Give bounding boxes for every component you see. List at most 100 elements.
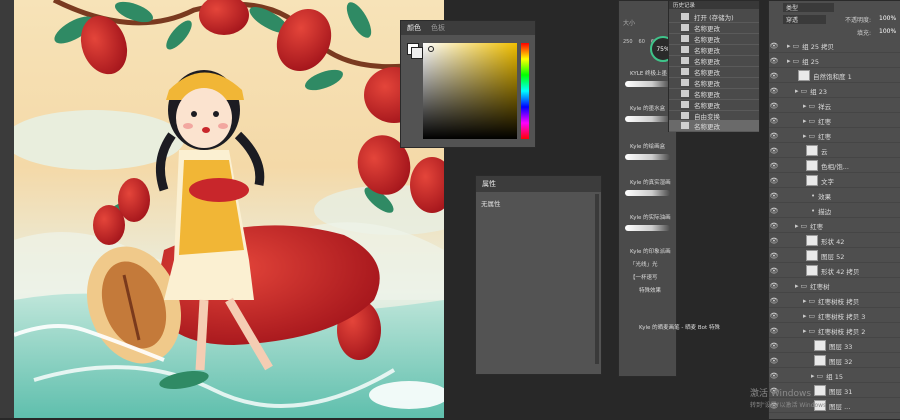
layer-row[interactable]: 👁 ▸ ▭ 红枣 <box>769 114 900 128</box>
visibility-eye-icon[interactable]: 👁 <box>769 117 779 125</box>
layer-name: 图层 33 <box>829 342 853 351</box>
layer-row[interactable]: 👁 文字 <box>769 174 900 188</box>
chevron-right-icon[interactable]: ▸ <box>795 87 799 95</box>
visibility-eye-icon[interactable]: 👁 <box>769 72 779 80</box>
brush-item[interactable]: Kyle 的晒麦画笔 - 晒麦 Bot 特殊 <box>639 323 720 331</box>
chevron-right-icon[interactable]: ▸ <box>795 282 799 290</box>
chevron-right-icon[interactable]: ▸ <box>787 42 791 50</box>
layer-row[interactable]: 👁 ▸ ▭ 红枣树枝 拷贝 3 <box>769 309 900 323</box>
history-step-icon <box>681 90 689 97</box>
visibility-eye-icon[interactable]: 👁 <box>769 57 779 65</box>
chevron-right-icon[interactable]: ▸ <box>803 117 807 125</box>
layer-name: 组 25 <box>802 57 819 66</box>
opacity-value[interactable]: 100% <box>879 15 896 22</box>
tab-color[interactable]: 颜色 <box>407 23 421 33</box>
layer-row[interactable]: 👁 • 描边 <box>769 204 900 218</box>
visibility-eye-icon[interactable]: 👁 <box>769 267 779 275</box>
visibility-eye-icon[interactable]: 👁 <box>769 162 779 170</box>
visibility-eye-icon[interactable]: 👁 <box>769 357 779 365</box>
brush-size-preset[interactable]: 60 <box>639 39 645 45</box>
visibility-eye-icon[interactable]: 👁 <box>769 42 779 50</box>
layer-row[interactable]: 👁 图层 32 <box>769 354 900 368</box>
brush-stroke-preview <box>625 154 670 160</box>
brush-group[interactable]: 特殊效果 <box>639 286 661 294</box>
layer-row[interactable]: 👁 ▸ ▭ 红枣树 <box>769 279 900 293</box>
layer-name: 文字 <box>821 177 834 186</box>
chevron-right-icon[interactable]: ▸ <box>803 327 807 335</box>
brush-item[interactable]: Kyle 的真实湿画 <box>630 178 671 186</box>
chevron-right-icon[interactable]: ▸ <box>803 102 807 110</box>
layer-filter-select[interactable]: 类型 <box>783 3 834 12</box>
visibility-eye-icon[interactable]: 👁 <box>769 312 779 320</box>
background-swatch[interactable] <box>411 47 423 59</box>
visibility-eye-icon[interactable]: 👁 <box>769 147 779 155</box>
tab-history[interactable]: 历史记录 <box>673 1 695 9</box>
layer-row[interactable]: 👁 ▸ ▭ 组 25 拷贝 <box>769 39 900 53</box>
brush-item[interactable]: KYLE 终极上墨 <box>630 69 667 77</box>
visibility-eye-icon[interactable]: 👁 <box>769 282 779 290</box>
document-canvas[interactable] <box>14 0 444 418</box>
layer-row[interactable]: 👁 ▸ ▭ 红枣 <box>769 219 900 233</box>
layer-row[interactable]: 👁 形状 42 <box>769 234 900 248</box>
layer-row[interactable]: 👁 图层 52 <box>769 249 900 263</box>
layer-name: 红枣 <box>818 117 832 126</box>
chevron-right-icon[interactable]: ▸ <box>795 222 799 230</box>
visibility-eye-icon[interactable]: 👁 <box>769 252 779 260</box>
layer-row[interactable]: 👁 云 <box>769 144 900 158</box>
brush-item[interactable]: Kyle 的实际油画 <box>630 213 671 221</box>
visibility-eye-icon[interactable]: 👁 <box>769 102 779 110</box>
fill-value[interactable]: 100% <box>879 28 896 35</box>
layer-thumbnail <box>806 145 818 156</box>
layer-name: 祥云 <box>818 102 832 111</box>
layer-thumbnail <box>806 265 818 276</box>
history-item-selected[interactable]: 名称更改 <box>669 120 759 132</box>
brush-item[interactable]: Kyle 的绘画盒 <box>630 142 665 150</box>
visibility-eye-icon[interactable]: 👁 <box>769 192 779 200</box>
layer-row[interactable]: 👁 图层 33 <box>769 339 900 353</box>
layer-row[interactable]: 👁 色相/饱... <box>769 159 900 173</box>
layer-row[interactable]: 👁 ▸ ▭ 组 23 <box>769 84 900 98</box>
opacity-label: 不透明度: <box>845 17 872 24</box>
chevron-right-icon[interactable]: ▸ <box>811 372 815 380</box>
visibility-eye-icon[interactable]: 👁 <box>769 342 779 350</box>
color-picker-cursor[interactable] <box>428 46 434 52</box>
visibility-eye-icon[interactable]: 👁 <box>769 372 779 380</box>
adjustment-thumbnail-icon <box>798 70 810 81</box>
brush-group[interactable]: 「光线」光 <box>630 260 658 268</box>
chevron-right-icon[interactable]: ▸ <box>803 312 807 320</box>
color-field[interactable] <box>423 43 517 139</box>
layer-row[interactable]: 👁 ▸ ▭ 红枣树枝 拷贝 <box>769 294 900 308</box>
visibility-eye-icon[interactable]: 👁 <box>769 132 779 140</box>
layer-row[interactable]: 👁 ▸ ▭ 祥云 <box>769 99 900 113</box>
chevron-right-icon[interactable]: ▸ <box>787 57 791 65</box>
layer-row[interactable]: 👁 形状 42 拷贝 <box>769 264 900 278</box>
visibility-eye-icon[interactable]: 👁 <box>769 327 779 335</box>
chevron-right-icon[interactable]: ▸ <box>803 132 807 140</box>
brush-group[interactable]: 【一杯速写 <box>630 273 658 281</box>
folder-icon: ▭ <box>808 311 816 320</box>
brush-size-preset[interactable]: 250 <box>623 39 633 45</box>
layer-name: 组 15 <box>826 372 843 381</box>
brush-item[interactable]: Kyle 的印象派画 <box>630 247 671 255</box>
layer-row[interactable]: 👁 自然饱和度 1 <box>769 69 900 83</box>
tab-properties[interactable]: 属性 <box>482 179 496 189</box>
layer-row[interactable]: 👁 ▸ ▭ 组 15 <box>769 369 900 383</box>
visibility-eye-icon[interactable]: 👁 <box>769 297 779 305</box>
visibility-eye-icon[interactable]: 👁 <box>769 207 779 215</box>
layer-thumbnail <box>814 355 826 366</box>
layer-row[interactable]: 👁 ▸ ▭ 红枣 <box>769 129 900 143</box>
visibility-eye-icon[interactable]: 👁 <box>769 237 779 245</box>
layer-row[interactable]: 👁 ▸ ▭ 红枣树枝 拷贝 2 <box>769 324 900 338</box>
blend-mode-select[interactable]: 穿透 <box>783 15 826 24</box>
properties-scrollbar[interactable] <box>595 194 599 364</box>
hue-slider[interactable] <box>521 43 529 139</box>
visibility-eye-icon[interactable]: 👁 <box>769 87 779 95</box>
tab-swatches[interactable]: 色板 <box>431 23 445 33</box>
layer-row[interactable]: 👁 ▸ ▭ 组 25 <box>769 54 900 68</box>
visibility-eye-icon[interactable]: 👁 <box>769 222 779 230</box>
layer-row[interactable]: 👁 • 效果 <box>769 189 900 203</box>
history-step-icon <box>681 57 689 64</box>
visibility-eye-icon[interactable]: 👁 <box>769 177 779 185</box>
chevron-right-icon[interactable]: ▸ <box>803 297 807 305</box>
brush-item[interactable]: Kyle 的墨水盒 <box>630 104 665 112</box>
